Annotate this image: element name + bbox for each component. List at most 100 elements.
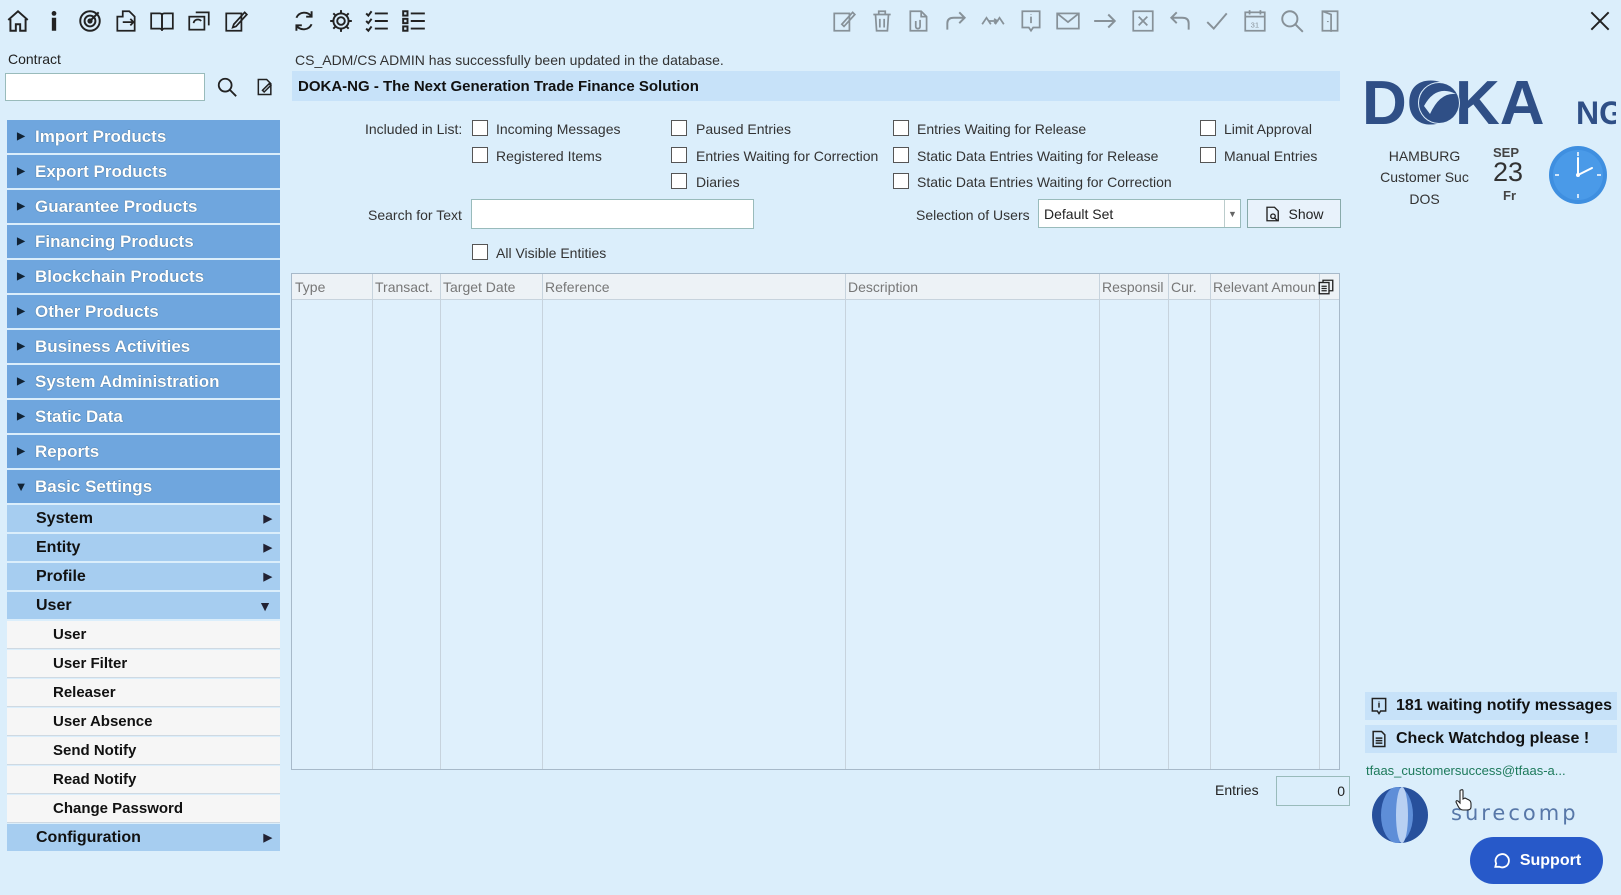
watchdog-banner[interactable]: Check Watchdog please ! <box>1365 725 1617 753</box>
chevron-down-icon: ▼ <box>258 597 272 614</box>
nav-basic-settings[interactable]: ▼ Basic Settings <box>7 470 280 503</box>
support-button[interactable]: Support <box>1470 837 1603 884</box>
expand-arrow-icon: ▶ <box>17 271 25 282</box>
list-icon[interactable] <box>399 6 429 36</box>
column-transact[interactable]: Transact. <box>372 274 440 300</box>
sidebar-item-change-password[interactable]: Change Password <box>7 795 280 823</box>
entries-waiting-release-label: Entries Waiting for Release <box>917 121 1087 137</box>
nav-business-activities[interactable]: ▶ Business Activities <box>7 330 280 363</box>
column-type[interactable]: Type <box>292 274 372 300</box>
surecomp-logo-icon <box>1362 785 1442 845</box>
refresh-icon[interactable] <box>289 6 319 36</box>
nav-import-products[interactable]: ▶ Import Products <box>7 120 280 153</box>
incoming-messages-label: Incoming Messages <box>496 121 621 137</box>
nav-blockchain-products[interactable]: ▶ Blockchain Products <box>7 260 280 293</box>
undo-icon[interactable] <box>1165 6 1195 36</box>
contract-input[interactable] <box>5 73 205 101</box>
edit-icon[interactable] <box>221 6 251 36</box>
nav-label: Financing Products <box>35 231 194 251</box>
show-button[interactable]: Show <box>1247 199 1341 228</box>
info-frame-icon[interactable] <box>1016 6 1046 36</box>
export-icon[interactable] <box>111 6 141 36</box>
nav-label: Reports <box>35 441 100 461</box>
chevron-down-icon: ▼ <box>1224 200 1240 227</box>
paused-entries-checkbox[interactable] <box>671 120 687 136</box>
nav-financing-products[interactable]: ▶ Financing Products <box>7 225 280 258</box>
paused-entries-label: Paused Entries <box>696 121 791 137</box>
diaries-checkbox[interactable] <box>671 173 687 189</box>
sidebar-item-user-filter[interactable]: User Filter <box>7 650 280 678</box>
nav-system-administration[interactable]: ▶ System Administration <box>7 365 280 398</box>
column-relevant-amount[interactable]: Relevant Amoun <box>1210 274 1319 300</box>
nav-static-data[interactable]: ▶ Static Data <box>7 400 280 433</box>
toolbar: 31 <box>0 0 1621 44</box>
attach-doc-icon[interactable] <box>904 6 934 36</box>
static-waiting-release-checkbox[interactable] <box>893 147 909 163</box>
chevron-right-icon: ▶ <box>263 513 272 525</box>
door-icon[interactable] <box>1315 6 1345 36</box>
status-message: CS_ADM/CS ADMIN has successfully been up… <box>295 52 724 68</box>
search-icon[interactable] <box>1277 6 1307 36</box>
table-header: Type Transact. Target Date Reference Des… <box>292 274 1339 300</box>
included-in-list-label: Included in List: <box>365 121 463 137</box>
gear-icon[interactable] <box>326 6 356 36</box>
arrow-right-icon[interactable] <box>1090 6 1120 36</box>
home-icon[interactable] <box>3 6 33 36</box>
all-visible-entities-checkbox[interactable] <box>472 244 488 260</box>
nav-export-products[interactable]: ▶ Export Products <box>7 155 280 188</box>
nav-guarantee-products[interactable]: ▶ Guarantee Products <box>7 190 280 223</box>
sidebar-item-user[interactable]: User ▼ <box>7 592 280 619</box>
sidebar-item-entity[interactable]: Entity ▶ <box>7 534 280 561</box>
close-icon[interactable] <box>1585 6 1615 36</box>
registered-items-checkbox[interactable] <box>472 147 488 163</box>
target-icon[interactable] <box>75 6 105 36</box>
sidebar-item-releaser[interactable]: Releaser <box>7 679 280 707</box>
customer-label: Customer Suc <box>1380 169 1469 185</box>
edit-doc-icon[interactable] <box>829 6 859 36</box>
manual-entries-checkbox[interactable] <box>1200 147 1216 163</box>
book-icon[interactable] <box>147 6 177 36</box>
sidebar-item-user-absence[interactable]: User Absence <box>7 708 280 736</box>
search-icon[interactable] <box>214 74 240 100</box>
trash-icon[interactable] <box>867 6 897 36</box>
document-edit-icon[interactable] <box>252 74 278 100</box>
sidebar-item-send-notify[interactable]: Send Notify <box>7 737 280 765</box>
info-icon[interactable] <box>39 6 69 36</box>
column-currency[interactable]: Cur. <box>1168 274 1210 300</box>
sidebar-item-configuration[interactable]: Configuration ▶ <box>7 824 280 851</box>
chevron-right-icon: ▶ <box>263 832 272 844</box>
column-responsible[interactable]: Responsil <box>1099 274 1168 300</box>
notify-messages-banner[interactable]: 181 waiting notify messages <box>1365 692 1617 720</box>
refresh-group-icon[interactable] <box>184 6 214 36</box>
search-text-input[interactable] <box>471 199 754 229</box>
nav-reports[interactable]: ▶ Reports <box>7 435 280 468</box>
results-table: Type Transact. Target Date Reference Des… <box>291 273 1340 770</box>
cancel-icon[interactable] <box>1128 6 1158 36</box>
checklist-icon[interactable] <box>362 6 392 36</box>
limit-approval-checkbox[interactable] <box>1200 120 1216 136</box>
column-target-date[interactable]: Target Date <box>440 274 542 300</box>
copy-table-icon[interactable] <box>1315 276 1337 298</box>
nav-other-products[interactable]: ▶ Other Products <box>7 295 280 328</box>
user-selection-dropdown[interactable]: Default Set ▼ <box>1038 199 1241 228</box>
forward-icon[interactable] <box>941 6 971 36</box>
column-description[interactable]: Description <box>845 274 1099 300</box>
mail-icon[interactable] <box>1053 6 1083 36</box>
sub-label: User <box>36 596 72 614</box>
sidebar-item-profile[interactable]: Profile ▶ <box>7 563 280 590</box>
nav-label: System Administration <box>35 371 220 391</box>
static-waiting-correction-checkbox[interactable] <box>893 173 909 189</box>
sidebar-item-read-notify[interactable]: Read Notify <box>7 766 280 794</box>
sidebar-item-system[interactable]: System ▶ <box>7 505 280 532</box>
entries-waiting-correction-checkbox[interactable] <box>671 147 687 163</box>
entries-waiting-release-checkbox[interactable] <box>893 120 909 136</box>
user-email[interactable]: tfaas_customersuccess@tfaas-a... <box>1366 763 1566 778</box>
check-icon[interactable] <box>1202 6 1232 36</box>
column-reference[interactable]: Reference <box>542 274 845 300</box>
swap-icon[interactable] <box>978 6 1008 36</box>
sidebar-item-user-user[interactable]: User <box>7 621 280 649</box>
expand-arrow-icon: ▶ <box>17 411 25 422</box>
calendar-icon[interactable]: 31 <box>1240 6 1270 36</box>
incoming-messages-checkbox[interactable] <box>472 120 488 136</box>
show-label: Show <box>1288 205 1324 222</box>
